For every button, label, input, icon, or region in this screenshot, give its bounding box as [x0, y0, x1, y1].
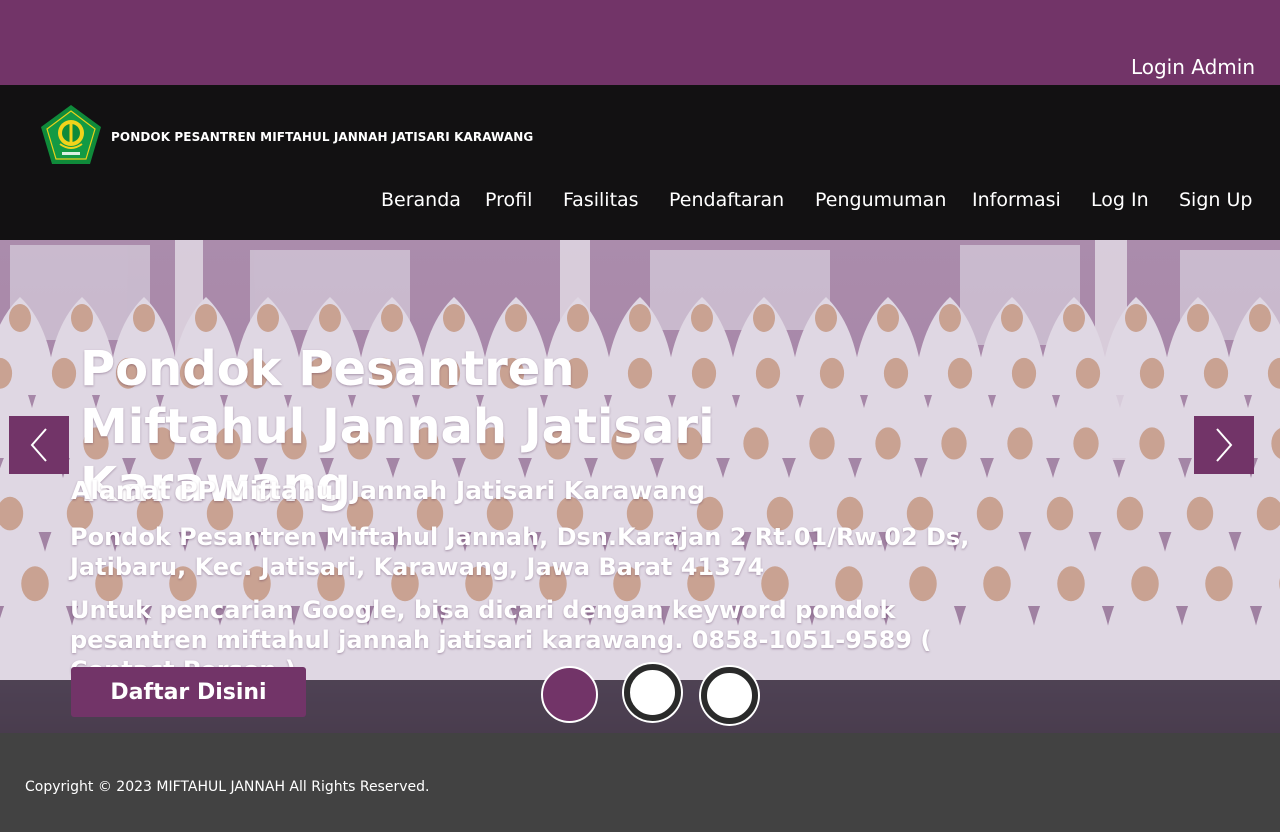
navbar [0, 85, 1280, 240]
carousel-indicator-1[interactable] [541, 666, 598, 723]
daftar-disini-button[interactable]: Daftar Disini [71, 667, 306, 717]
nav-item-pengumuman[interactable]: Pengumuman [815, 189, 946, 211]
carousel-indicator-2[interactable] [624, 664, 681, 721]
nav-item-login[interactable]: Log In [1091, 189, 1149, 211]
nav-item-signup[interactable]: Sign Up [1179, 189, 1252, 211]
login-admin-link[interactable]: Login Admin [1131, 55, 1255, 79]
nav-item-profil[interactable]: Profil [485, 189, 532, 211]
nav-item-fasilitas[interactable]: Fasilitas [563, 189, 639, 211]
copyright-text: Copyright © 2023 MIFTAHUL JANNAH All Rig… [25, 779, 430, 795]
hero-address: Pondok Pesantren Miftahul Jannah, Dsn.Ka… [70, 523, 970, 581]
nav-item-informasi[interactable]: Informasi [972, 189, 1061, 211]
carousel-prev-button[interactable] [9, 416, 69, 474]
carousel-indicator-3[interactable] [701, 667, 758, 724]
brand[interactable] [40, 104, 102, 166]
top-bar [0, 0, 1280, 85]
nav-item-beranda[interactable]: Beranda [381, 189, 461, 211]
nav-item-pendaftaran[interactable]: Pendaftaran [669, 189, 784, 211]
carousel-next-button[interactable] [1194, 416, 1254, 474]
chevron-left-icon [30, 428, 47, 462]
brand-name[interactable]: PONDOK PESANTREN MIFTAHUL JANNAH JATISAR… [111, 130, 533, 144]
kemenag-logo-icon [41, 105, 101, 164]
chevron-right-icon [1216, 428, 1233, 462]
hero-subtitle: Alamat PP Miftahul Jannah Jatisari Karaw… [71, 476, 706, 505]
